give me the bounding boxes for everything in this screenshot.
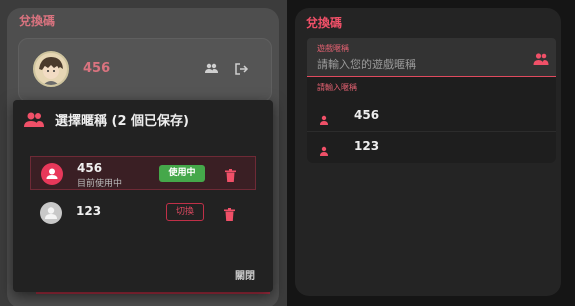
left-panel: 兌換碼 456 選擇暱稱 (2 個已保存) 456 目前使用中 使用中 123 … (0, 0, 287, 306)
dropdown-header: 請輸入暱稱 (317, 83, 357, 92)
in-use-badge: 使用中 (159, 165, 205, 182)
dropdown-item[interactable]: 456 (307, 101, 556, 129)
nickname-select-dialog: 選擇暱稱 (2 個已保存) 456 目前使用中 使用中 123 切換 關閉 (13, 100, 273, 292)
close-button[interactable]: 關閉 (235, 267, 255, 282)
person-icon (319, 110, 329, 125)
switch-profile-icon[interactable] (203, 61, 219, 77)
people-icon (23, 110, 45, 128)
dropdown-item-label: 456 (354, 108, 380, 122)
nickname-row[interactable]: 123 切換 (30, 196, 256, 230)
card-title: 兌換碼 (306, 16, 343, 30)
delete-icon[interactable] (225, 167, 236, 182)
avatar (33, 51, 69, 87)
accent-bar (36, 292, 270, 294)
nickname-label: 123 (76, 204, 102, 218)
user-avatar-icon (41, 163, 63, 185)
delete-icon[interactable] (224, 206, 235, 221)
nickname-row-active[interactable]: 456 目前使用中 使用中 (30, 156, 256, 190)
dialog-title: 選擇暱稱 (2 個已保存) (55, 114, 189, 129)
nickname-dropdown: 請輸入暱稱 456 123 (307, 77, 556, 163)
card-title: 兌換碼 (19, 14, 56, 28)
nickname-input[interactable] (315, 55, 529, 73)
nickname-label: 456 (77, 161, 103, 175)
logout-icon[interactable] (233, 61, 249, 77)
right-panel: 兌換碼 遊戲暱稱 請輸入暱稱 456 (287, 0, 575, 306)
nickname-field[interactable]: 遊戲暱稱 (307, 38, 556, 78)
current-status-label: 目前使用中 (77, 179, 123, 189)
user-avatar-icon (40, 202, 62, 224)
dropdown-item[interactable]: 123 (307, 132, 556, 160)
field-label: 遊戲暱稱 (317, 44, 349, 53)
saved-nicknames-icon[interactable] (533, 51, 549, 65)
profile-card: 456 (18, 38, 272, 102)
person-icon (319, 141, 329, 156)
switch-button[interactable]: 切換 (166, 203, 204, 221)
profile-name: 456 (83, 61, 111, 76)
dropdown-item-label: 123 (354, 139, 380, 153)
